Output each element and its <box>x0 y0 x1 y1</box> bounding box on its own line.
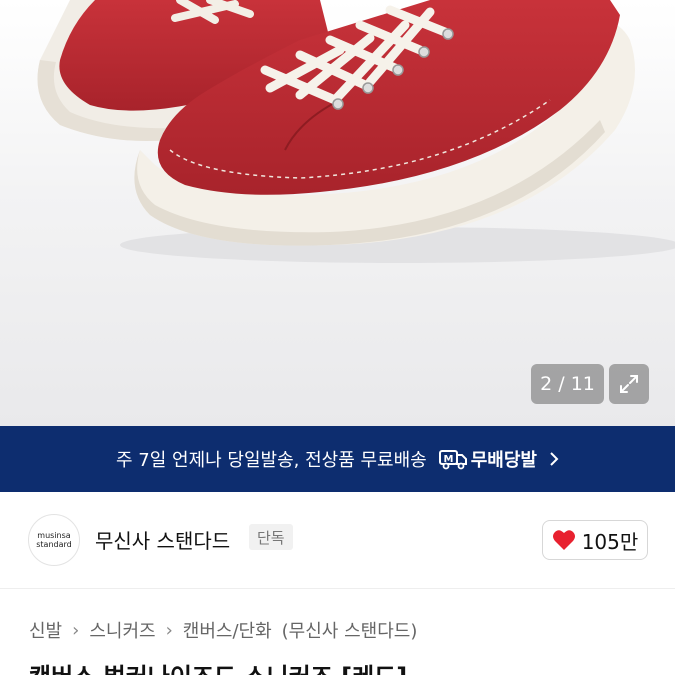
chevron-right-icon: › <box>165 619 173 641</box>
image-counter: 2 / 11 <box>531 364 604 404</box>
brand-logo[interactable]: musinsa standard <box>28 514 80 566</box>
brand-logo-line2: standard <box>36 540 72 549</box>
like-button[interactable]: 105만 <box>542 520 648 560</box>
product-title: 캔버스 벌커나이즈드 스니커즈 [레드] <box>29 657 407 675</box>
delivery-badge: M 무배당발 <box>438 446 537 472</box>
exclusive-badge: 단독 <box>249 524 293 550</box>
delivery-badge-label: 무배당발 <box>470 450 537 471</box>
section-divider <box>0 588 675 589</box>
chevron-right-icon <box>549 451 559 467</box>
brand-name-link[interactable]: 무신사 스탠다드 <box>95 525 230 554</box>
breadcrumb-item-sneakers[interactable]: 스니커즈 <box>89 617 155 643</box>
like-count: 105만 <box>581 529 639 554</box>
delivery-banner[interactable]: 주 7일 언제나 당일발송, 전상품 무료배송 M 무배당발 <box>0 426 675 492</box>
brand-logo-line1: musinsa <box>37 531 71 540</box>
breadcrumb-item-canvas[interactable]: 캔버스/단화 <box>183 617 272 643</box>
expand-icon <box>620 375 638 393</box>
breadcrumb: 신발 › 스니커즈 › 캔버스/단화 (무신사 스탠다드) <box>29 617 417 643</box>
product-photo <box>37 0 675 263</box>
expand-button[interactable] <box>609 364 649 404</box>
breadcrumb-item-brand[interactable]: (무신사 스탠다드) <box>282 617 418 643</box>
chevron-right-icon: › <box>72 619 80 641</box>
delivery-banner-text: 주 7일 언제나 당일발송, 전상품 무료배송 <box>116 450 427 471</box>
delivery-truck-icon: M <box>438 450 467 470</box>
brand-row: musinsa standard 무신사 스탠다드 단독 105만 <box>0 492 675 588</box>
product-image-gallery[interactable]: 2 / 11 <box>0 0 675 426</box>
heart-icon <box>552 530 575 550</box>
breadcrumb-item-shoes[interactable]: 신발 <box>29 617 62 643</box>
